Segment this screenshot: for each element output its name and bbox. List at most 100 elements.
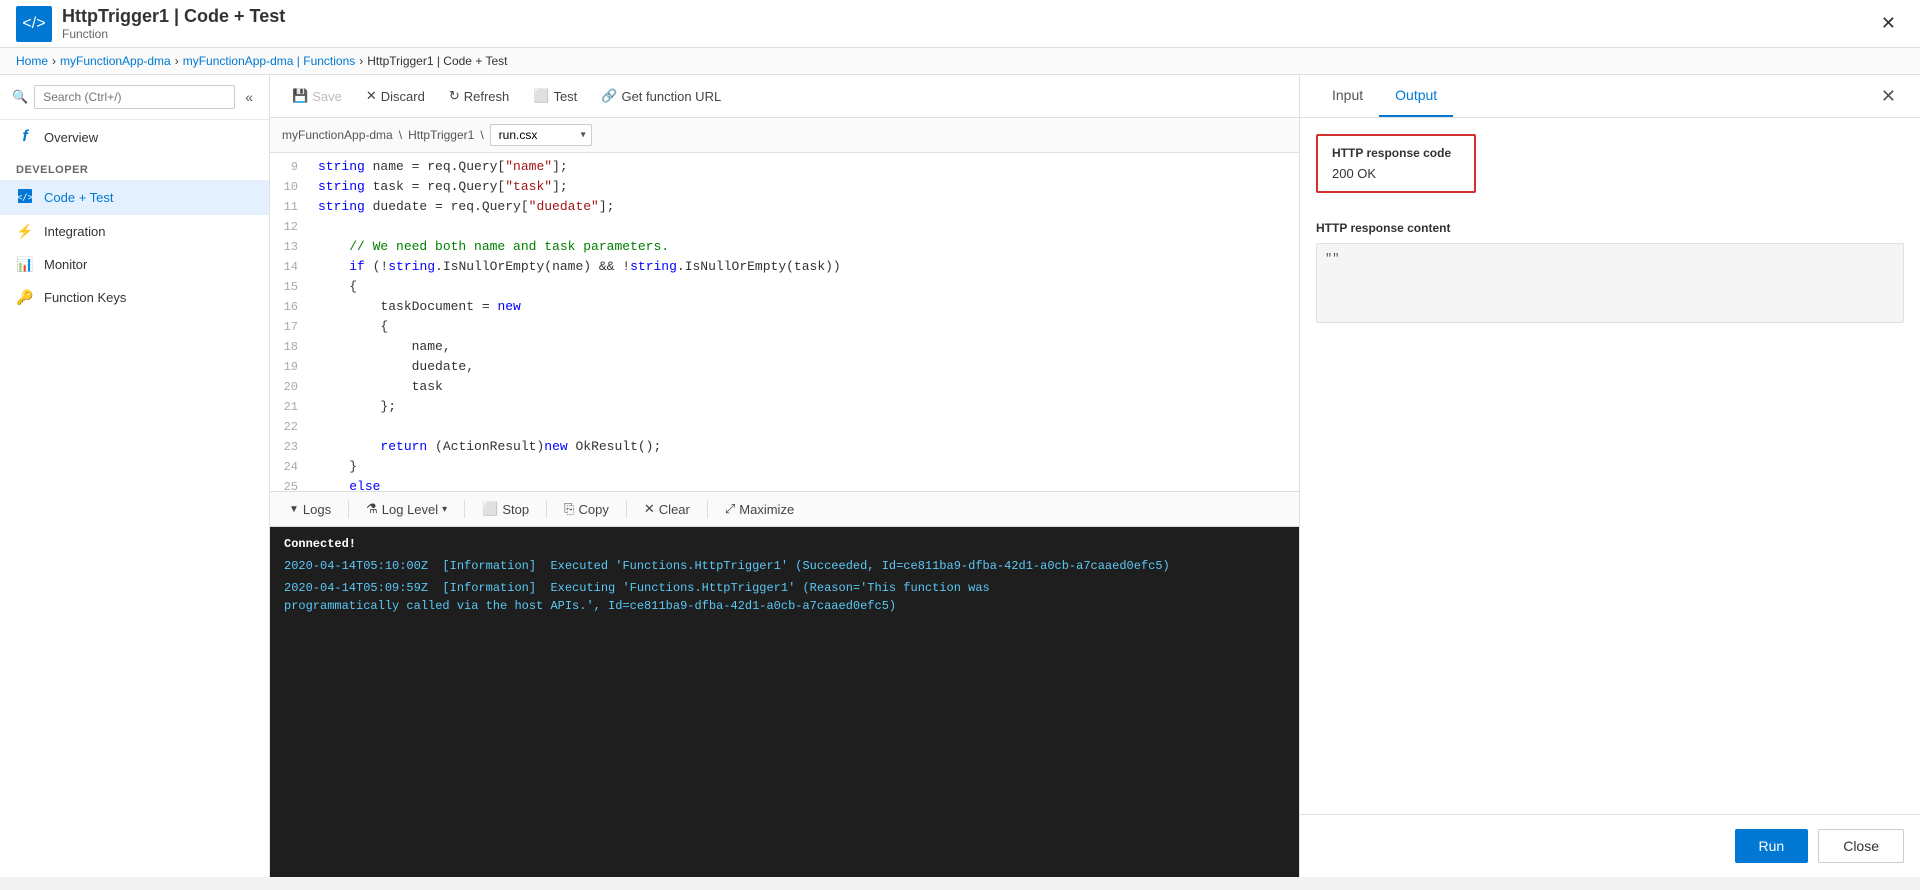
code-editor[interactable]: 9 string name = req.Query["name"]; 10 st…: [270, 153, 1299, 491]
file-select[interactable]: run.csx function.json: [490, 124, 592, 146]
log-sep-1: [348, 500, 349, 518]
overview-icon: f: [16, 128, 34, 146]
filter-icon: ⚗: [366, 501, 378, 517]
integration-icon: ⚡: [16, 223, 34, 240]
right-panel-footer: Run Close: [1300, 814, 1920, 877]
close-panel-button[interactable]: ✕: [1873, 82, 1904, 111]
title-area: </> HttpTrigger1 | Code + Test Function: [16, 6, 285, 42]
sidebar-item-overview[interactable]: f Overview: [0, 120, 269, 154]
copy-button[interactable]: ⎘ Copy: [557, 498, 616, 520]
sidebar-item-label-overview: Overview: [44, 130, 98, 145]
code-line: 20 task: [270, 377, 1299, 397]
stop-icon: ⬜: [482, 501, 498, 517]
sidebar-item-function-keys[interactable]: 🔑 Function Keys: [0, 281, 269, 314]
sidebar-item-monitor[interactable]: 📊 Monitor: [0, 248, 269, 281]
save-button[interactable]: 💾 Save: [282, 83, 352, 109]
tab-input[interactable]: Input: [1316, 75, 1379, 117]
developer-section-label: Developer: [0, 154, 269, 180]
content-area: 💾 Save ✕ Discard ↻ Refresh ⬜ Test 🔗 Get …: [270, 75, 1300, 877]
code-line: 18 name,: [270, 337, 1299, 357]
tab-output[interactable]: Output: [1379, 75, 1453, 117]
svg-text:</>: </>: [17, 193, 33, 203]
log-toolbar: ▼ Logs ⚗ Log Level ▾ ⬜ Stop ⎘ Copy ✕: [270, 491, 1299, 527]
log-sep-3: [546, 500, 547, 518]
log-connected-status: Connected!: [284, 537, 1285, 551]
sidebar-item-code-test[interactable]: </> Code + Test: [0, 180, 269, 215]
file-select-wrapper: run.csx function.json: [490, 124, 592, 146]
top-close-button[interactable]: ✕: [1873, 9, 1904, 38]
http-content-label: HTTP response content: [1316, 221, 1904, 235]
right-panel-tabs: Input Output ✕: [1300, 75, 1920, 118]
file-path-bar: myFunctionApp-dma \ HttpTrigger1 \ run.c…: [270, 118, 1299, 153]
breadcrumb-functions[interactable]: myFunctionApp-dma | Functions: [183, 54, 356, 68]
maximize-button[interactable]: ⤢ Maximize: [718, 498, 801, 520]
run-button[interactable]: Run: [1735, 829, 1809, 863]
test-button[interactable]: ⬜ Test: [523, 83, 587, 109]
search-icon: 🔍: [12, 89, 28, 105]
clear-button[interactable]: ✕ Clear: [637, 498, 697, 520]
log-area: Connected! 2020-04-14T05:10:00Z [Informa…: [270, 527, 1299, 877]
sidebar-item-label-monitor: Monitor: [44, 257, 87, 272]
http-content-area: "": [1316, 243, 1904, 323]
trigger-name: HttpTrigger1: [408, 128, 474, 142]
code-line: 10 string task = req.Query["task"];: [270, 177, 1299, 197]
title-block: HttpTrigger1 | Code + Test Function: [62, 6, 285, 41]
refresh-icon: ↻: [449, 88, 460, 104]
code-line: 14 if (!string.IsNullOrEmpty(name) && !s…: [270, 257, 1299, 277]
search-input[interactable]: [34, 85, 235, 109]
keys-icon: 🔑: [16, 289, 34, 306]
sidebar-item-integration[interactable]: ⚡ Integration: [0, 215, 269, 248]
breadcrumb-current: HttpTrigger1 | Code + Test: [367, 54, 507, 68]
log-entry-2: 2020-04-14T05:09:59Z [Information] Execu…: [284, 579, 1285, 615]
http-response-code-value: 200 OK: [1332, 166, 1460, 181]
sidebar-search-area: 🔍 «: [0, 75, 269, 120]
right-panel: Input Output ✕ HTTP response code 200 OK…: [1300, 75, 1920, 877]
app-name: myFunctionApp-dma: [282, 128, 393, 142]
right-panel-content: HTTP response code 200 OK HTTP response …: [1300, 118, 1920, 814]
log-sep-2: [464, 500, 465, 518]
copy-icon: ⎘: [564, 501, 574, 517]
code-line: 16 taskDocument = new: [270, 297, 1299, 317]
discard-button[interactable]: ✕ Discard: [356, 83, 435, 109]
sidebar-item-label-code-test: Code + Test: [44, 190, 114, 205]
http-response-code-label: HTTP response code: [1332, 146, 1460, 160]
code-line: 9 string name = req.Query["name"];: [270, 157, 1299, 177]
discard-icon: ✕: [366, 88, 377, 104]
refresh-button[interactable]: ↻ Refresh: [439, 83, 519, 109]
clear-icon: ✕: [644, 501, 655, 517]
test-icon: ⬜: [533, 88, 549, 104]
code-line: 24 }: [270, 457, 1299, 477]
chevron-down-icon-2: ▾: [442, 504, 447, 515]
code-test-icon: </>: [16, 188, 34, 207]
code-line: 17 {: [270, 317, 1299, 337]
breadcrumb: Home › myFunctionApp-dma › myFunctionApp…: [0, 48, 1920, 75]
link-icon: 🔗: [601, 88, 617, 104]
http-content-section: HTTP response content "": [1316, 221, 1904, 323]
get-function-url-button[interactable]: 🔗 Get function URL: [591, 83, 731, 109]
logs-toggle-button[interactable]: ▼ Logs: [282, 499, 338, 520]
log-sep-5: [707, 500, 708, 518]
code-line: 25 else: [270, 477, 1299, 491]
code-line: 13 // We need both name and task paramet…: [270, 237, 1299, 257]
http-response-code-box: HTTP response code 200 OK: [1316, 134, 1476, 193]
main-layout: 🔍 « f Overview Developer </> Code + Test…: [0, 75, 1920, 877]
tabs-inner: Input Output: [1316, 75, 1453, 117]
maximize-icon: ⤢: [725, 501, 735, 517]
sidebar-collapse-button[interactable]: «: [241, 87, 257, 107]
log-level-button[interactable]: ⚗ Log Level ▾: [359, 498, 454, 520]
breadcrumb-app[interactable]: myFunctionApp-dma: [60, 54, 171, 68]
editor-toolbar: 💾 Save ✕ Discard ↻ Refresh ⬜ Test 🔗 Get …: [270, 75, 1299, 118]
monitor-icon: 📊: [16, 256, 34, 273]
log-entry-1: 2020-04-14T05:10:00Z [Information] Execu…: [284, 557, 1285, 575]
chevron-down-icon: ▼: [289, 504, 299, 515]
close-button[interactable]: Close: [1818, 829, 1904, 863]
sidebar-item-label-integration: Integration: [44, 224, 105, 239]
stop-button[interactable]: ⬜ Stop: [475, 498, 536, 520]
top-bar: </> HttpTrigger1 | Code + Test Function …: [0, 0, 1920, 48]
code-line: 22: [270, 417, 1299, 437]
log-sep-4: [626, 500, 627, 518]
code-line: 21 };: [270, 397, 1299, 417]
page-subtitle: Function: [62, 27, 285, 41]
code-line: 11 string duedate = req.Query["duedate"]…: [270, 197, 1299, 217]
breadcrumb-home[interactable]: Home: [16, 54, 48, 68]
